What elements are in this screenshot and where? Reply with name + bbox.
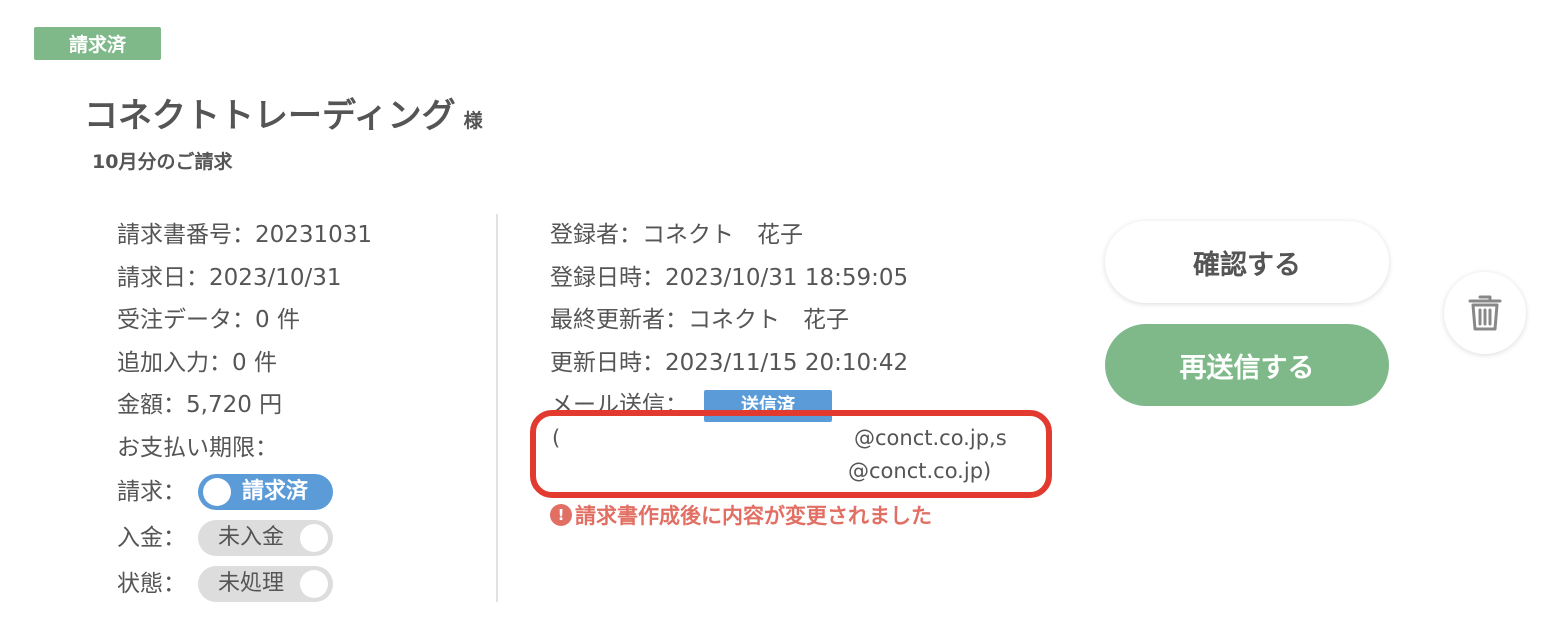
delete-button[interactable] [1444, 272, 1526, 354]
registered-at: 登録日時：2023/10/31 18:59:05 [550, 264, 909, 291]
order-data-count: 受注データ：0 件 [117, 307, 300, 333]
payment-toggle-row: 入金： 未入金 [117, 515, 487, 561]
record-details: 登録者：コネクト 花子 登録日時：2023/10/31 18:59:05 最終更… [550, 214, 1070, 427]
billing-toggle-row: 請求： 請求済 [117, 469, 487, 515]
billing-label: 請求： [117, 478, 186, 505]
payment-toggle-label: 未入金 [218, 525, 285, 550]
email-line-1: @conct.co.jp,s [854, 426, 1007, 450]
email-recipients-highlight: ( @conct.co.jp,s @conct.co.jp) [530, 410, 1052, 498]
registrant: 登録者：コネクト 花子 [550, 222, 803, 248]
toggle-knob [300, 570, 328, 598]
confirm-button[interactable]: 確認する [1105, 221, 1389, 303]
billing-toggle-label: 請求済 [242, 479, 309, 504]
client-suffix: 様 [463, 110, 483, 132]
payment-label: 入金： [117, 524, 186, 551]
invoice-number: 請求書番号：20231031 [117, 222, 373, 248]
state-toggle[interactable]: 未処理 [198, 566, 333, 602]
payment-due-date: お支払い期限： [117, 434, 278, 461]
payment-toggle[interactable]: 未入金 [198, 520, 333, 556]
invoice-details: 請求書番号：20231031 請求日：2023/10/31 受注データ：0 件 … [117, 214, 487, 607]
change-warning: ! 請求書作成後に内容が変更されました [550, 500, 932, 530]
client-name: コネクトトレーディング様 [84, 88, 483, 137]
invoice-amount: 金額：5,720 円 [117, 392, 283, 418]
toggle-knob [300, 524, 328, 552]
updated-at: 更新日時：2023/11/15 20:10:42 [550, 349, 909, 376]
exclamation-icon: ! [550, 504, 572, 526]
billing-toggle[interactable]: 請求済 [198, 474, 333, 510]
state-label: 状態： [117, 570, 186, 597]
last-updater: 最終更新者：コネクト 花子 [550, 307, 849, 333]
invoice-date: 請求日：2023/10/31 [117, 264, 342, 291]
additional-input-count: 追加入力：0 件 [117, 349, 277, 376]
status-badge: 請求済 [34, 27, 161, 60]
email-open-paren: ( [552, 426, 561, 450]
state-toggle-label: 未処理 [218, 571, 285, 596]
state-toggle-row: 状態： 未処理 [117, 561, 487, 607]
column-divider [496, 214, 498, 602]
trash-icon [1468, 295, 1502, 331]
resend-button[interactable]: 再送信する [1105, 324, 1389, 406]
toggle-knob [203, 478, 231, 506]
warning-text: 請求書作成後に内容が変更されました [575, 504, 932, 528]
email-line-2: @conct.co.jp) [848, 459, 992, 483]
client-name-text: コネクトトレーディング [84, 96, 456, 136]
billing-period: 10月分のご請求 [92, 151, 233, 173]
